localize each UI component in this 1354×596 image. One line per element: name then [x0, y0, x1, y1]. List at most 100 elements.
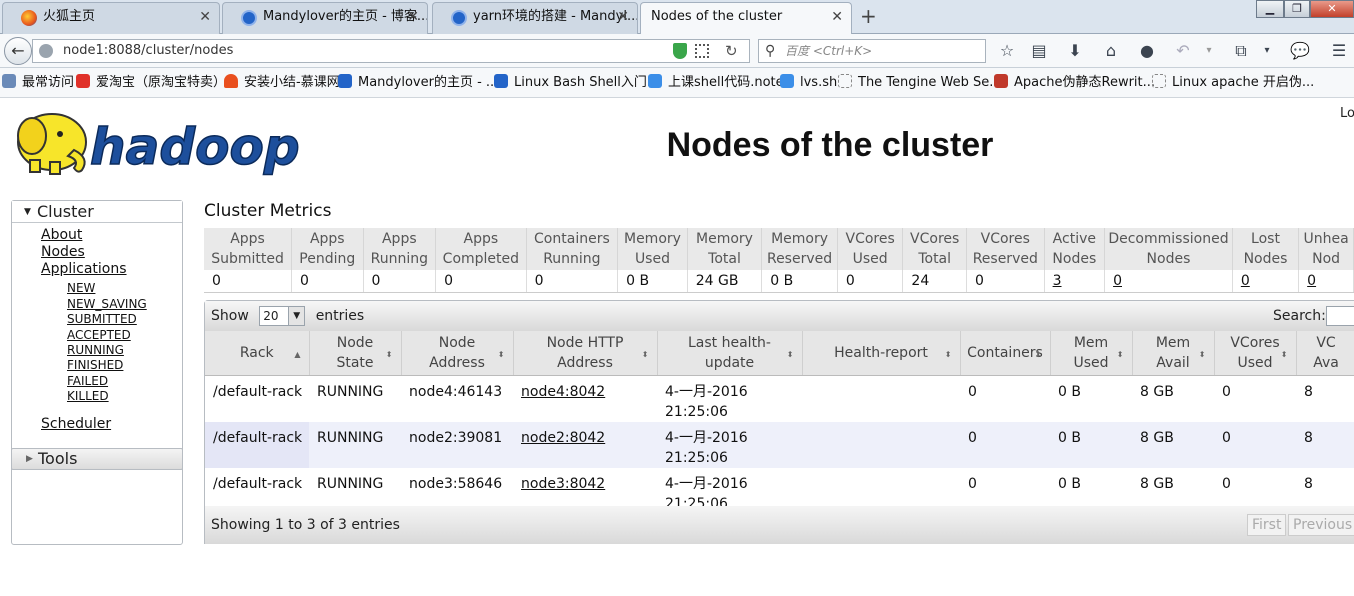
column-header[interactable]: Containers ⬍ [960, 331, 1051, 376]
sidebar-item-submitted[interactable]: SUBMITTED [67, 312, 137, 326]
chat-icon[interactable]: ● [1138, 42, 1156, 60]
node-http-link[interactable]: node2:8042 [521, 430, 605, 446]
minimize-icon[interactable]: ▁ [1256, 0, 1284, 18]
column-header[interactable]: Last health-update ⬍ [657, 331, 803, 376]
chevron-down-icon[interactable]: ▾ [1258, 42, 1276, 60]
back-arrow-icon[interactable]: ← [4, 37, 32, 65]
sort-icon[interactable]: ⬍ [787, 345, 794, 365]
bookmark-apache-rewrite[interactable]: Apache伪静态Rewrit... [994, 74, 1155, 92]
maximize-icon[interactable]: ❐ [1284, 0, 1310, 18]
metrics-link[interactable]: 0 [1307, 273, 1316, 289]
column-header-line: Address [429, 354, 485, 371]
bookmark-taobao[interactable]: 爱淘宝（原淘宝特卖） [76, 74, 226, 92]
sidebar-item-accepted[interactable]: ACCEPTED [67, 328, 131, 342]
previous-page-button[interactable]: Previous [1288, 514, 1354, 536]
sidebar-item-killed[interactable]: KILLED [67, 389, 109, 403]
sidebar-item-failed[interactable]: FAILED [67, 374, 108, 388]
url-bar[interactable]: node1:8088/cluster/nodes ↻ [32, 39, 750, 63]
metrics-link[interactable]: 0 [1241, 273, 1250, 289]
sidebar-item-scheduler[interactable]: Scheduler [41, 416, 111, 432]
column-header[interactable]: VCores Used ⬍ [1214, 331, 1297, 376]
metrics-header-line: Nod [1312, 251, 1341, 267]
metrics-header-line: Submitted [211, 251, 284, 267]
column-header[interactable]: VC Ava [1296, 331, 1354, 376]
tab-mandylover-blog[interactable]: Mandylover的主页 - 博客... ✕ [222, 2, 428, 34]
column-header[interactable]: Node HTTP Address ⬍ [513, 331, 658, 376]
close-tab-icon[interactable]: ✕ [407, 3, 419, 31]
star-icon[interactable]: ☆ [998, 42, 1016, 60]
bookmark-linux-bash[interactable]: Linux Bash Shell入门... [494, 74, 659, 92]
taobao-icon [76, 74, 90, 88]
metrics-link[interactable]: 3 [1053, 273, 1062, 289]
sidebar-item-nodes[interactable]: Nodes [41, 244, 85, 260]
bookmark-shell-note[interactable]: 上课shell代码.note [648, 74, 784, 92]
sidebar-cluster-header[interactable]: ▼ Cluster [12, 201, 182, 223]
tab-firefox-home[interactable]: 火狐主页 ✕ [2, 2, 220, 34]
message-icon[interactable]: 💬 [1290, 42, 1310, 60]
metrics-header-line: Unhea [1303, 231, 1349, 247]
blog-icon [338, 74, 352, 88]
close-tab-icon[interactable]: ✕ [199, 3, 211, 31]
first-page-button[interactable]: First [1247, 514, 1287, 536]
sort-icon[interactable]: ⬍ [945, 345, 952, 365]
sort-icon[interactable]: ⬍ [498, 345, 505, 365]
tab-yarn-setup[interactable]: yarn环境的搭建 - Mandyl... ✕ [432, 2, 638, 34]
bookmark-mandylover[interactable]: Mandylover的主页 - ... [338, 74, 498, 92]
crop-icon[interactable]: ⧉ [1232, 42, 1250, 60]
sidebar-item-finished[interactable]: FINISHED [67, 358, 123, 372]
home-icon[interactable]: ⌂ [1102, 42, 1120, 60]
sort-icon[interactable]: ⬍ [1117, 345, 1124, 365]
sort-icon[interactable]: ▲ [294, 345, 300, 365]
blog-icon [494, 74, 508, 88]
column-header[interactable]: Node Address ⬍ [401, 331, 514, 376]
sidebar-item-applications[interactable]: Applications [41, 261, 127, 277]
download-icon[interactable]: ⬇ [1066, 42, 1084, 60]
sidebar-item-new-saving[interactable]: NEW_SAVING [67, 297, 147, 311]
column-header[interactable]: Mem Avail ⬍ [1132, 331, 1215, 376]
sort-icon[interactable]: ⬍ [642, 345, 649, 365]
reload-icon[interactable]: ↻ [725, 40, 738, 62]
search-input[interactable]: ⚲ 百度 <Ctrl+K> [758, 39, 986, 63]
metrics-header: Apps Submitted [204, 228, 293, 270]
bookmark-linux-apache[interactable]: Linux apache 开启伪... [1152, 74, 1314, 92]
bookmark-tengine[interactable]: The Tengine Web Se... [838, 74, 1002, 92]
entries-label: entries [315, 308, 365, 324]
tab-nodes-of-cluster[interactable]: Nodes of the cluster ✕ [640, 2, 852, 35]
bookmark-lvs[interactable]: lvs.sh [780, 74, 837, 92]
hadoop-logo[interactable]: hadoop [12, 106, 312, 178]
sort-icon[interactable]: ⬍ [1199, 345, 1206, 365]
reader-icon[interactable]: ▤ [1030, 42, 1048, 60]
close-tab-icon[interactable]: ✕ [617, 3, 629, 31]
column-header[interactable]: Health-report ⬍ [802, 331, 961, 376]
column-header[interactable]: Rack ▲ [205, 331, 310, 376]
page-size-select[interactable]: 20 ▼ [259, 306, 306, 326]
sort-icon[interactable]: ⬍ [1281, 345, 1288, 365]
close-tab-icon[interactable]: ✕ [831, 3, 843, 31]
bookmark-imooc[interactable]: 安装小结-慕课网 [224, 74, 340, 92]
table-search-input[interactable] [1326, 306, 1354, 326]
sidebar-item-running[interactable]: RUNNING [67, 343, 124, 357]
metrics-cell: 0 B [617, 270, 688, 293]
sidebar-item-new[interactable]: NEW [67, 281, 95, 295]
sidebar-tools-header[interactable]: ▶ Tools [11, 448, 183, 470]
close-window-icon[interactable]: ✕ [1310, 0, 1354, 18]
new-tab-icon[interactable]: + [860, 4, 877, 28]
node-http-link[interactable]: node3:8042 [521, 476, 605, 492]
node-http-link[interactable]: node4:8042 [521, 384, 605, 400]
menu-icon[interactable]: ☰ [1330, 42, 1348, 60]
undo-icon[interactable]: ↶ [1174, 42, 1192, 60]
qr-code-icon[interactable] [695, 44, 709, 58]
bookmark-most-visited[interactable]: 最常访问 [2, 74, 74, 92]
table-cell: 0 [1214, 421, 1296, 468]
metrics-header: Containers Running [526, 228, 619, 270]
chevron-down-icon[interactable]: ▾ [1200, 42, 1218, 60]
shield-icon[interactable] [673, 43, 687, 59]
sort-icon[interactable]: ⬍ [386, 345, 393, 365]
bookmark-icon [2, 74, 16, 88]
sort-icon[interactable]: ⬍ [1035, 345, 1042, 365]
metrics-header-line: Nodes [1243, 251, 1288, 267]
column-header[interactable]: Node State ⬍ [309, 331, 402, 376]
sidebar-item-about[interactable]: About [41, 227, 82, 243]
metrics-link[interactable]: 0 [1113, 273, 1122, 289]
column-header[interactable]: Mem Used ⬍ [1050, 331, 1133, 376]
